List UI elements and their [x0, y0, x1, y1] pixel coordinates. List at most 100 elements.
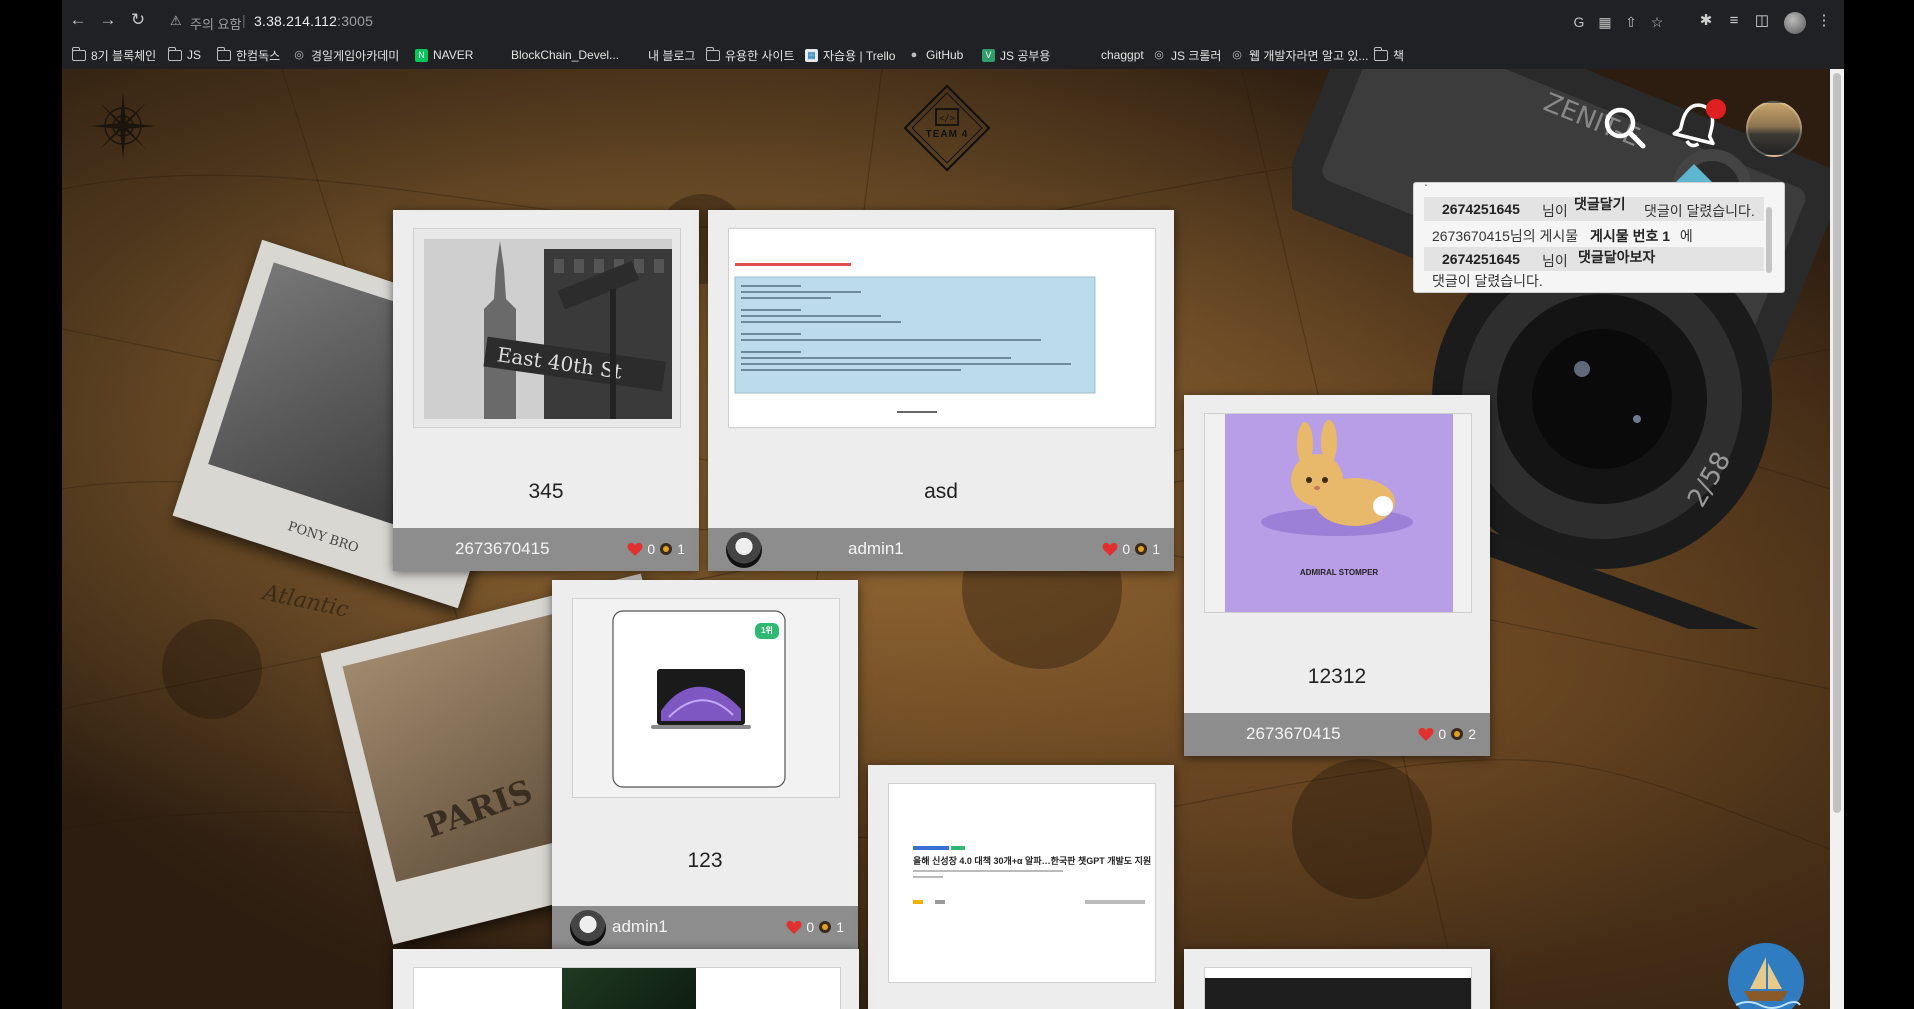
bookmark-item[interactable]: ◎ 웹 개발자라면 알고 있...	[1230, 45, 1368, 65]
share-icon[interactable]: ⇧	[1622, 13, 1640, 31]
code-screenshot	[1205, 978, 1471, 1009]
url-port: :3005	[337, 13, 374, 29]
bookmarks-bar: 8기 블록체인 JS 한컴독스 ◎ 경일게임아카데미 N NAVER BlockChain_D…	[62, 40, 1844, 69]
document-screenshot	[729, 229, 1155, 427]
heart-icon[interactable]	[1102, 542, 1118, 557]
notification-caret	[1674, 164, 1714, 184]
bookmark-item[interactable]: 유용한 사이트	[706, 45, 795, 65]
bookmark-label: JS 크롤러	[1171, 48, 1222, 63]
page-icon	[1082, 49, 1096, 61]
bookmark-item[interactable]: 8기 블록체인	[72, 45, 156, 65]
post-title: 345	[528, 480, 564, 503]
security-label: 주의 요함	[190, 17, 242, 32]
post-thumbnail: 올해 신성장 4.0 대책 30개+α 알파…한국판 챗GPT 개발도 지원	[888, 783, 1156, 983]
post-author[interactable]: admin1	[848, 539, 904, 559]
post-thumbnail: East 40th St	[413, 228, 681, 428]
bookmark-item[interactable]: 한컴독스	[217, 45, 280, 65]
bookmark-label: JS	[187, 48, 202, 62]
notification-message: 댓글이 달렸습니다.	[1432, 273, 1543, 289]
notification-prefix: 2673670415님의 게시물	[1432, 228, 1579, 244]
ship-icon	[1735, 957, 1801, 1009]
post-stats: 0 1	[786, 919, 844, 935]
extensions-icon[interactable]: ✱	[1696, 11, 1716, 31]
bookmark-label: 자습용 | Trello	[823, 48, 896, 63]
bookmark-item[interactable]: V JS 공부용	[982, 45, 1050, 65]
naver-icon: N	[415, 48, 428, 62]
post-author[interactable]: admin1	[612, 917, 668, 937]
post-thumbnail	[413, 967, 841, 1009]
notification-item[interactable]: 2674251645 님이 댓글달기 댓글이 달렸습니다.	[1424, 196, 1764, 221]
eye-icon	[1135, 543, 1148, 555]
post-card[interactable]: ADMIRAL STOMPER 12312 2673670415 0 2	[1184, 395, 1490, 756]
user-avatar[interactable]	[1746, 101, 1802, 157]
notification-mid: 님이	[1542, 253, 1568, 269]
compass-icon	[90, 93, 156, 159]
post-card[interactable]	[1184, 949, 1490, 1009]
ship-fab-button[interactable]	[1728, 943, 1804, 1009]
like-count: 0	[1438, 726, 1447, 742]
forward-icon[interactable]: →	[98, 10, 118, 30]
logo-text: TEAM 4	[925, 129, 969, 140]
notification-dropdown[interactable]: . 2674251645 님이 댓글달기 댓글이 달렸습니다. 26736704…	[1413, 182, 1785, 293]
post-card[interactable]	[393, 949, 859, 1009]
post-footer: 2673670415 0 2	[1184, 713, 1490, 756]
notification-post-suffix: 에	[1679, 228, 1693, 244]
reading-list-icon[interactable]: ≡	[1724, 11, 1744, 31]
notification-item-2-line[interactable]: 2673670415님의 게시물 게시물 번호 1 에	[1432, 226, 1693, 246]
author-avatar[interactable]	[726, 532, 762, 568]
notification-badge	[1706, 99, 1726, 119]
notification-tag: 댓글달기	[1574, 196, 1626, 212]
page-icon	[492, 49, 506, 61]
screen: ← → ↻ ⚠ 주의 요함 | 3.38.214.112:3005 G ▦ ⇧ …	[0, 0, 1914, 1009]
svg-text:</>: </>	[939, 114, 956, 124]
bookmark-label: BlockChain_Devel...	[511, 48, 620, 62]
post-card[interactable]: asd admin1 0 1	[708, 210, 1174, 571]
search-icon[interactable]	[1602, 105, 1646, 149]
like-count: 0	[806, 919, 815, 935]
back-icon[interactable]: ←	[68, 10, 88, 30]
bookmark-star-icon[interactable]: ☆	[1648, 13, 1666, 31]
heart-icon[interactable]	[1418, 727, 1434, 742]
bookmark-item[interactable]: ◎ JS 크롤러	[1152, 45, 1221, 65]
bookmark-label: 책	[1393, 48, 1405, 63]
scrollbar-thumb[interactable]	[1833, 73, 1841, 813]
heart-icon[interactable]	[627, 542, 643, 557]
side-panel-icon[interactable]: ◫	[1752, 11, 1772, 31]
post-thumbnail: ADMIRAL STOMPER	[1204, 413, 1472, 613]
bookmark-item[interactable]: N NAVER	[415, 45, 473, 65]
post-card[interactable]: East 40th St 345 2673670415 0 1	[393, 210, 699, 571]
google-icon[interactable]: G	[1570, 13, 1588, 31]
address-bar[interactable]: ⚠ 주의 요함 | 3.38.214.112:3005	[158, 8, 1738, 36]
bookmark-item[interactable]: ● GitHub	[907, 45, 964, 65]
post-author[interactable]: 2673670415	[1246, 724, 1341, 744]
notification-user: 2674251645	[1442, 201, 1520, 217]
like-count: 0	[1122, 541, 1131, 557]
reload-icon[interactable]: ↻	[128, 10, 148, 30]
heart-icon[interactable]	[786, 920, 802, 935]
page-scrollbar[interactable]	[1830, 69, 1844, 1009]
address-row: ← → ↻ ⚠ 주의 요함 | 3.38.214.112:3005 G ▦ ⇧ …	[62, 0, 1844, 40]
team-logo[interactable]: </> TEAM 4	[902, 83, 992, 173]
post-card[interactable]: 올해 신성장 4.0 대책 30개+α 알파…한국판 챗GPT 개발도 지원	[868, 765, 1174, 1009]
folder-icon	[72, 46, 86, 61]
bookmark-item[interactable]: JS	[168, 45, 201, 65]
notification-item-2[interactable]: 2674251645 님이 댓글달아보자	[1424, 247, 1764, 271]
notification-scrollbar[interactable]	[1766, 207, 1772, 273]
profile-avatar[interactable]	[1784, 12, 1806, 34]
notification-message: 댓글이 달렸습니다.	[1644, 203, 1755, 219]
globe-icon: ◎	[1232, 49, 1242, 61]
bookmark-item[interactable]: ▦ 자습용 | Trello	[805, 45, 895, 65]
bookmark-label: GitHub	[926, 48, 964, 62]
bookmark-item[interactable]: 책	[1374, 45, 1404, 65]
logo-diamond-icon: </>	[903, 84, 991, 172]
menu-kebab-icon[interactable]: ⋮	[1814, 11, 1834, 31]
post-author[interactable]: 2673670415	[455, 539, 550, 559]
bookmark-item[interactable]: 내 블로그	[629, 45, 696, 65]
bookmark-label: chaggpt	[1101, 48, 1144, 62]
post-card[interactable]: 1위 123 admin1 0 1	[552, 580, 858, 949]
translate-icon[interactable]: ▦	[1596, 13, 1614, 31]
author-avatar[interactable]	[570, 910, 606, 946]
bookmark-item[interactable]: ◎ 경일게임아카데미	[292, 45, 399, 65]
bookmark-item[interactable]: BlockChain_Devel...	[492, 45, 619, 65]
bookmark-item[interactable]: chaggpt	[1082, 45, 1144, 65]
